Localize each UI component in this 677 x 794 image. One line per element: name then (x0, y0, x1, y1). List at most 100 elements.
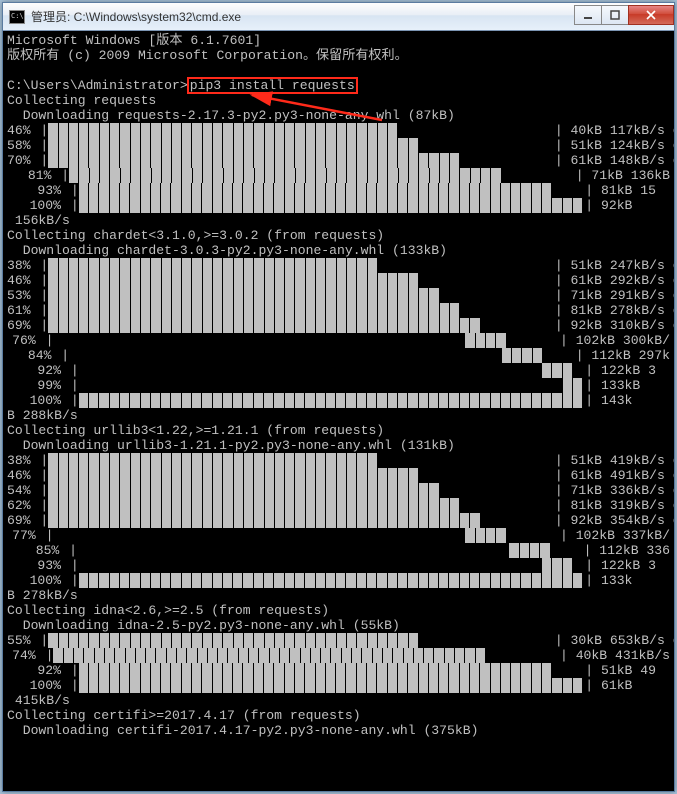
cmd-window: 管理员: C:\Windows\system32\cmd.exe Microso… (2, 2, 675, 792)
progress-stats: | 71kB 336kB/s eta 0: (553, 483, 674, 498)
window-title: 管理员: C:\Windows\system32\cmd.exe (31, 8, 575, 25)
progress-bar (48, 303, 553, 318)
progress-percent: 38% (7, 258, 33, 273)
progress-stats: | 71kB 136kB (574, 168, 670, 183)
progress-row: 81% || 71kB 136kB (7, 168, 670, 183)
close-icon (646, 10, 656, 20)
progress-row: 85% || 112kB 336 (7, 543, 670, 558)
collecting-line: Collecting idna<2.6,>=2.5 (from requests… (7, 603, 670, 618)
progress-percent: 74% (7, 648, 38, 663)
progress-percent: 69% (7, 318, 33, 333)
progress-percent: 53% (7, 288, 33, 303)
progress-bar (48, 123, 553, 138)
progress-bar (48, 453, 553, 468)
downloading-line: Downloading idna-2.5-py2.py3-none-any.wh… (7, 618, 670, 633)
progress-row: 58% || 51kB 124kB/s eta 0 (7, 138, 670, 153)
close-button[interactable] (628, 5, 674, 25)
progress-percent: 92% (7, 363, 63, 378)
progress-percent: 81% (7, 168, 53, 183)
progress-percent: 100% (7, 198, 63, 213)
progress-stats: | 102kB 337kB/ (558, 528, 670, 543)
progress-bar (79, 663, 584, 678)
progress-stats: | 81kB 278kB/s eta (553, 303, 674, 318)
prompt-line: C:\Users\Administrator>pip3 install requ… (7, 78, 670, 93)
progress-percent: 54% (7, 483, 33, 498)
progress-percent: 99% (7, 378, 63, 393)
progress-bar (79, 558, 584, 573)
progress-percent: 70% (7, 153, 33, 168)
titlebar[interactable]: 管理员: C:\Windows\system32\cmd.exe (3, 3, 674, 31)
progress-bar (79, 678, 584, 693)
progress-stats: | 143k (583, 393, 632, 408)
progress-percent: 100% (7, 573, 63, 588)
speed-continuation: 156kB/s (7, 213, 670, 228)
progress-row: 92% || 122kB 3 (7, 363, 670, 378)
collecting-line: Collecting urllib3<1.22,>=1.21.1 (from r… (7, 423, 670, 438)
progress-row: 93% || 81kB 15 (7, 183, 670, 198)
progress-stats: | 61kB (583, 678, 632, 693)
progress-percent: 69% (7, 513, 33, 528)
progress-percent: 93% (7, 183, 63, 198)
window-controls (575, 5, 674, 25)
progress-stats: | 51kB 247kB/s eta 0:00:01 (553, 258, 674, 273)
progress-row: 76% || 102kB 300kB/ (7, 333, 670, 348)
progress-stats: | 112kB 297k (574, 348, 670, 363)
speed-continuation: B 288kB/s (7, 408, 670, 423)
progress-row: 77% || 102kB 337kB/ (7, 528, 670, 543)
progress-stats: | 81kB 15 (583, 183, 656, 198)
progress-bar (48, 513, 553, 528)
collecting-line: Collecting requests (7, 93, 670, 108)
progress-bar (79, 573, 584, 588)
progress-stats: | 133kB (583, 378, 640, 393)
progress-stats: | 92kB 310kB/s et (553, 318, 674, 333)
progress-percent: 46% (7, 123, 33, 138)
cmd-icon (9, 10, 25, 24)
progress-row: 46% || 40kB 117kB/s eta 0:00: (7, 123, 670, 138)
progress-row: 100% || 133k (7, 573, 670, 588)
terminal-output[interactable]: Microsoft Windows [版本 6.1.7601]版权所有 (c) … (3, 31, 674, 791)
progress-bar (53, 333, 558, 348)
progress-stats: | 40kB 431kB/s (558, 648, 670, 663)
progress-row: 100% || 92kB (7, 198, 670, 213)
progress-row: 69% || 92kB 354kB/s e (7, 513, 670, 528)
minimize-button[interactable] (574, 5, 602, 25)
progress-bar (79, 198, 584, 213)
progress-percent: 76% (7, 333, 38, 348)
progress-bar (79, 378, 584, 393)
progress-stats: | 122kB 3 (583, 558, 656, 573)
progress-bar (48, 288, 553, 303)
progress-row: 92% || 51kB 49 (7, 663, 670, 678)
copyright-line: 版权所有 (c) 2009 Microsoft Corporation。保留所有… (7, 48, 670, 63)
progress-row: 53% || 71kB 291kB/s eta 0: (7, 288, 670, 303)
progress-percent: 85% (7, 543, 61, 558)
progress-bar (69, 348, 574, 363)
speed-continuation: 415kB/s (7, 693, 670, 708)
progress-bar (48, 258, 553, 273)
progress-row: 70% || 61kB 148kB/s e (7, 153, 670, 168)
progress-stats: | 81kB 319kB/s eta (553, 498, 674, 513)
progress-row: 62% || 81kB 319kB/s eta (7, 498, 670, 513)
progress-stats: | 61kB 491kB/s eta 0:00: (553, 468, 674, 483)
progress-row: 93% || 122kB 3 (7, 558, 670, 573)
progress-bar (48, 153, 553, 168)
progress-percent: 46% (7, 468, 33, 483)
progress-bar (48, 633, 553, 648)
progress-bar (53, 648, 558, 663)
progress-percent: 55% (7, 633, 33, 648)
progress-row: 46% || 61kB 292kB/s eta 0:00: (7, 273, 670, 288)
progress-stats: | 112kB 336 (582, 543, 670, 558)
downloading-line: Downloading chardet-3.0.3-py2.py3-none-a… (7, 243, 670, 258)
collecting-line: Collecting certifi>=2017.4.17 (from requ… (7, 708, 670, 723)
maximize-button[interactable] (601, 5, 629, 25)
progress-row: 100% || 61kB (7, 678, 670, 693)
progress-bar (48, 468, 553, 483)
progress-row: 54% || 71kB 336kB/s eta 0: (7, 483, 670, 498)
downloading-line: Downloading certifi-2017.4.17-py2.py3-no… (7, 723, 670, 738)
speed-continuation: B 278kB/s (7, 588, 670, 603)
collecting-line: Collecting chardet<3.1.0,>=3.0.2 (from r… (7, 228, 670, 243)
progress-percent: 62% (7, 498, 33, 513)
progress-stats: | 51kB 49 (583, 663, 656, 678)
progress-row: 99% || 133kB (7, 378, 670, 393)
progress-row: 38% || 51kB 419kB/s eta 0:00:01 (7, 453, 670, 468)
progress-percent: 84% (7, 348, 53, 363)
